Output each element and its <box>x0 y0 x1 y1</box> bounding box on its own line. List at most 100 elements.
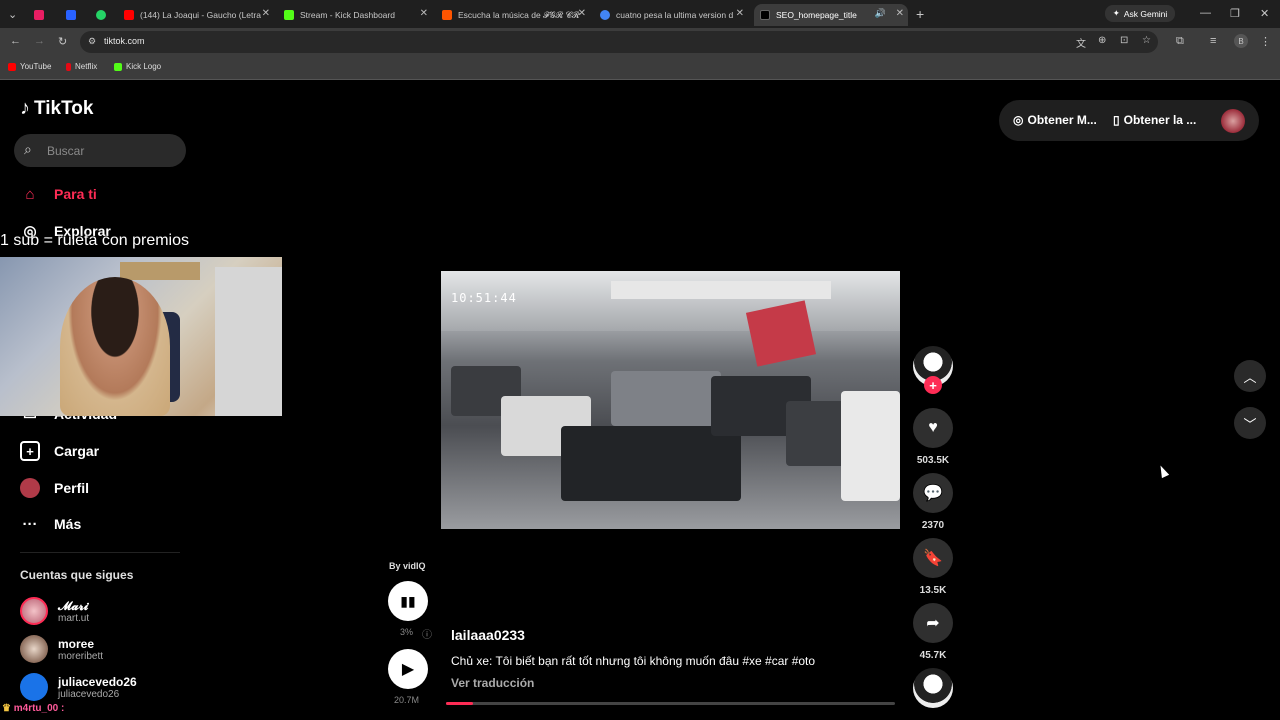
translate-link[interactable]: Ver traducción <box>451 676 534 690</box>
account-handle: moreribett <box>58 651 104 662</box>
tab-search-icon[interactable]: ⌄ <box>8 8 17 21</box>
nav-label: Para ti <box>54 186 97 202</box>
stream-overlay-text: 1 sub = ruleta con premios <box>0 232 189 249</box>
truck <box>841 391 900 501</box>
browser-tab-strip: ⌄ (144) La Joaqui - Gaucho (Letra ✕ Stre… <box>0 0 1280 28</box>
nav-cargar[interactable]: + Cargar <box>20 441 99 461</box>
close-icon[interactable]: ✕ <box>578 8 586 19</box>
nav-label: Perfil <box>54 480 90 496</box>
like-button[interactable]: ♥ <box>913 408 953 448</box>
bookmark-kick[interactable]: Kick Logo <box>114 62 161 71</box>
canopy <box>611 281 831 299</box>
account-name: moree <box>58 637 95 651</box>
tab-soundcloud[interactable]: Escucha la música de 𝓕𝓖𝓡 𝓒𝓡 ✕ <box>442 4 590 26</box>
more-icon: ··· <box>22 515 38 533</box>
extensions-icon[interactable]: ⧉ <box>1176 35 1184 48</box>
bookmark-netflix[interactable]: Netflix <box>66 62 97 71</box>
search-input[interactable]: ⌕ Buscar <box>14 134 186 167</box>
reload-icon[interactable]: ↻ <box>58 35 67 48</box>
new-tab-button[interactable]: + <box>916 6 924 22</box>
saves-count: 13.5K <box>919 585 947 596</box>
nav-perfil[interactable]: Perfil <box>20 478 89 498</box>
maximize-button[interactable]: ❐ <box>1230 7 1240 20</box>
video-progress-bar[interactable] <box>446 702 895 705</box>
profile-avatar[interactable]: B <box>1234 34 1248 48</box>
tab-favicon <box>34 10 44 20</box>
tiktok-icon <box>760 10 770 20</box>
video-author[interactable]: lailaaa0233 <box>451 627 525 643</box>
bookmark-youtube[interactable]: YouTube <box>8 62 51 71</box>
avatar <box>20 635 48 663</box>
video-timestamp: 10:51:44 <box>451 291 517 305</box>
sound-avatar[interactable] <box>913 668 953 708</box>
save-button[interactable]: 🔖 <box>913 538 953 578</box>
tab-pinned-3[interactable] <box>96 4 112 26</box>
follow-button[interactable]: + <box>924 376 942 394</box>
comment-icon: 💬 <box>923 485 943 502</box>
vidiq-label: By vidIQ <box>389 561 426 571</box>
zoom-icon[interactable]: ⊕ <box>1098 35 1106 46</box>
account-name: juliacevedo26 <box>58 675 137 689</box>
profile-icon <box>20 478 40 498</box>
bookmark-star-icon[interactable]: ☆ <box>1142 35 1151 46</box>
nav-label: Cargar <box>54 443 100 459</box>
close-icon[interactable]: ✕ <box>420 8 428 19</box>
minimize-button[interactable]: — <box>1200 7 1211 19</box>
previous-video-button[interactable]: ︿ <box>1234 360 1266 392</box>
back-icon[interactable]: ← <box>10 35 21 47</box>
media-icon[interactable]: ≡ <box>1210 35 1216 47</box>
coin-icon: ◎ <box>1013 113 1024 127</box>
chevron-up-icon: ︿ <box>1243 369 1257 385</box>
share-button[interactable]: ➦ <box>913 603 953 643</box>
play-button[interactable]: ▶ <box>388 649 428 689</box>
following-account[interactable]: moree moreribett <box>20 635 190 665</box>
url-text: tiktok.com <box>104 36 145 46</box>
netflix-icon <box>66 62 71 71</box>
comment-button[interactable]: 💬 <box>913 473 953 513</box>
following-account[interactable]: 𝓜𝓪𝓻𝓲 mart.ut <box>20 597 190 627</box>
vidiq-percent: 3% <box>400 627 414 637</box>
close-icon[interactable]: ✕ <box>896 8 904 19</box>
video-caption: Chủ xe: Tôi biết bạn rất tốt nhưng tôi k… <box>451 654 816 668</box>
account-handle: mart.ut <box>58 613 90 624</box>
get-app-button[interactable]: ▯ Obtener la ... <box>1113 113 1196 127</box>
site-info-icon[interactable]: ⚙ <box>88 36 96 47</box>
get-app-label: Obtener la ... <box>1123 113 1197 127</box>
video-player[interactable]: 10:51:44 <box>441 271 900 529</box>
nav-mas[interactable]: ··· Más <box>20 514 82 534</box>
tab-youtube[interactable]: (144) La Joaqui - Gaucho (Letra ✕ <box>124 4 274 26</box>
info-icon[interactable]: ⓘ <box>422 626 432 641</box>
comments-count: 2370 <box>921 520 945 531</box>
forward-icon[interactable]: → <box>34 35 45 47</box>
user-avatar[interactable] <box>1221 109 1245 133</box>
following-account[interactable]: juliacevedo26 juliacevedo26 <box>20 673 190 703</box>
address-bar[interactable]: ⚙ tiktok.com 文 ⊕ ⊡ ☆ <box>80 31 1158 53</box>
vidiq-stats-button[interactable]: ▮▮ <box>388 581 428 621</box>
chat-message: ♛ m4rtu_00 : <box>2 703 65 714</box>
translate-icon[interactable]: 文 <box>1076 35 1086 50</box>
install-icon[interactable]: ⊡ <box>1120 35 1128 46</box>
audio-icon[interactable]: 🔊 <box>875 8 886 19</box>
tab-title: SEO_homepage_title <box>776 10 857 20</box>
menu-icon[interactable]: ⋮ <box>1260 35 1271 48</box>
tab-tiktok-active[interactable]: SEO_homepage_title 🔊 ✕ <box>754 4 908 26</box>
truck <box>611 371 721 426</box>
google-icon <box>600 10 610 20</box>
next-video-button[interactable]: ﹀ <box>1234 407 1266 439</box>
share-icon: ➦ <box>926 615 940 632</box>
ask-gemini-label: Ask Gemini <box>1123 8 1168 19</box>
tiktok-logo[interactable]: ♪ TikTok <box>20 97 93 120</box>
tab-google[interactable]: cuatno pesa la ultima version d ✕ <box>600 4 748 26</box>
mouse-cursor <box>1156 463 1170 479</box>
tab-pinned-1[interactable] <box>34 4 50 26</box>
nav-para-ti[interactable]: ⌂ Para ti <box>20 184 97 204</box>
close-icon[interactable]: ✕ <box>736 8 744 19</box>
tab-pinned-2[interactable] <box>66 4 82 26</box>
ask-gemini-button[interactable]: ✦ Ask Gemini <box>1105 5 1175 22</box>
tab-kick[interactable]: Stream - Kick Dashboard ✕ <box>284 4 432 26</box>
webcam-overlay <box>0 257 282 416</box>
close-icon[interactable]: ✕ <box>262 8 270 19</box>
bookmark-label: Netflix <box>75 62 98 71</box>
close-window-button[interactable]: ✕ <box>1260 7 1269 20</box>
get-coins-button[interactable]: ◎ Obtener M... <box>1013 113 1097 127</box>
